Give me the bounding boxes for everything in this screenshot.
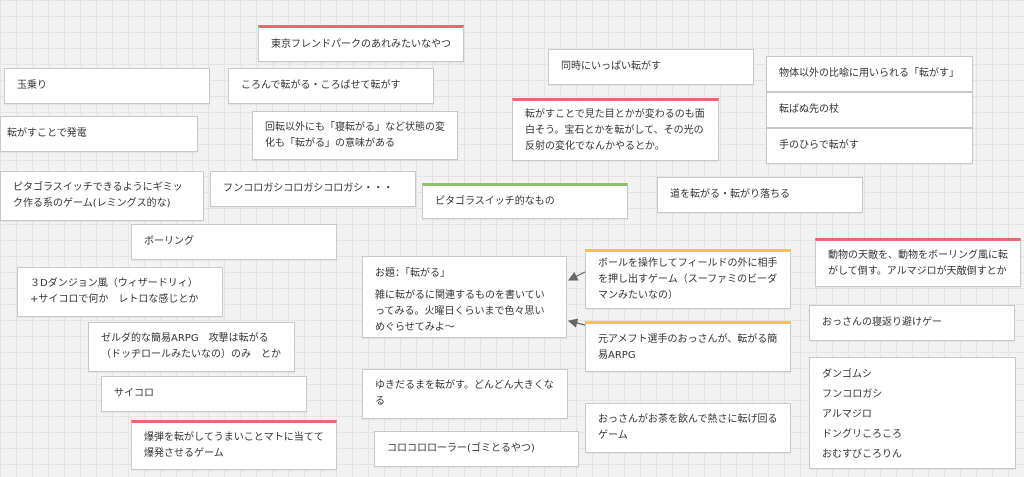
note-text: 転ばぬ先の杖: [779, 104, 839, 115]
note-text: 東京フレンドパークのあれみたいなやつ: [271, 38, 451, 50]
list-item: ダンゴムシ: [822, 369, 872, 380]
sticky-note[interactable]: ボールを操作してフィールドの外に相手を押し出すゲーム（スーファミのビーダマンみた…: [585, 249, 791, 309]
sticky-note[interactable]: ピタゴラスイッチ的なもの: [422, 183, 628, 219]
sticky-note[interactable]: 玉乗り: [4, 68, 210, 104]
note-text: 元アメフト選手のおっさんが、転がる簡易ARPG: [598, 333, 778, 361]
sticky-note[interactable]: ゼルダ的な簡易ARPG 攻撃は転がる（ドッヂロールみたいなの）のみ とか: [88, 322, 295, 372]
list-item: おむすびころりん: [822, 449, 902, 460]
note-text: おっさんがお茶を飲んで熱さに転げ回るゲーム: [598, 414, 778, 441]
note-text: フンコロガシコロガシコロガシ・・・: [223, 183, 394, 194]
note-text: 同時にいっぱい転がす: [561, 61, 661, 72]
sticky-note[interactable]: 道を転がる・転がり落ちる: [657, 177, 863, 213]
note-text: 爆弾を転がしてうまいことマトに当てて爆発させるゲーム: [144, 432, 324, 459]
note-text: コロコロローラー(ゴミとるやつ): [387, 443, 535, 454]
sticky-note[interactable]: フンコロガシコロガシコロガシ・・・: [210, 171, 416, 207]
sticky-note[interactable]: コロコロローラー(ゴミとるやつ): [374, 431, 579, 467]
note-text: おっさんの寝返り避けゲー: [822, 317, 942, 328]
note-text: ゆきだるまを転がす。どんどん大きくなる: [375, 380, 554, 407]
sticky-note[interactable]: 転がすことで発電: [0, 116, 198, 152]
list-item: ドングリころころ: [822, 429, 902, 440]
sticky-note[interactable]: 同時にいっぱい転がす: [548, 49, 754, 85]
sticky-note[interactable]: ピタゴラスイッチできるようにギミック作る系のゲーム(レミングス的な): [0, 171, 204, 221]
sticky-note[interactable]: 物体以外の比喩に用いられる「転がす」: [766, 56, 973, 92]
sticky-note[interactable]: ３Dダンジョン風（ウィザードリィ）+サイコロで何か レトロな感じとか: [17, 267, 223, 317]
connector-arrow: [567, 318, 586, 328]
note-text: ゼルダ的な簡易ARPG 攻撃は転がる（ドッヂロールみたいなの）のみ とか: [101, 333, 281, 360]
connector-arrow: [567, 271, 586, 281]
sticky-note[interactable]: 爆弾を転がしてうまいことマトに当てて爆発させるゲーム: [131, 420, 337, 470]
note-text: ボーリング: [144, 236, 194, 247]
sticky-note[interactable]: ボーリング: [131, 224, 337, 260]
sticky-note[interactable]: 手のひらで転がす: [766, 128, 973, 164]
topic-note[interactable]: お題：「転がる」 雑に転がるに関連するものを書いていってみる。火曜日くらいまで色…: [362, 256, 567, 338]
note-text: 物体以外の比喩に用いられる「転がす」: [779, 68, 959, 79]
sticky-note[interactable]: 元アメフト選手のおっさんが、転がる簡易ARPG: [585, 321, 791, 372]
topic-title: お題：「転がる」: [375, 268, 450, 279]
sticky-note[interactable]: サイコロ: [101, 376, 307, 412]
sticky-note[interactable]: ゆきだるまを転がす。どんどん大きくなる: [362, 369, 568, 419]
note-text: 道を転がる・転がり落ちる: [670, 189, 790, 200]
whiteboard-canvas[interactable]: 東京フレンドパークのあれみたいなやつ 玉乗り ころんで転がる・ころばせて転がす …: [0, 0, 1024, 477]
note-text: ピタゴラスイッチ的なもの: [435, 196, 555, 207]
note-text: ころんで転がる・ころばせて転がす: [241, 80, 401, 91]
note-text: ボールを操作してフィールドの外に相手を押し出すゲーム（スーファミのビーダマンみた…: [598, 258, 778, 301]
note-text: 動物の天敵を、動物をボーリング風に転がして倒す。アルマジロが天敵倒すとか: [828, 249, 1008, 277]
note-text: 玉乗り: [17, 80, 47, 91]
sticky-note[interactable]: おっさんがお茶を飲んで熱さに転げ回るゲーム: [585, 403, 791, 453]
note-text: 手のひらで転がす: [779, 140, 859, 151]
note-text: ピタゴラスイッチできるようにギミック作る系のゲーム(レミングス的な): [13, 182, 183, 209]
list-item: フンコロガシ: [822, 389, 883, 400]
note-text: ３Dダンジョン風（ウィザードリィ）+サイコロで何か レトロな感じとか: [30, 278, 199, 305]
sticky-note[interactable]: 動物の天敵を、動物をボーリング風に転がして倒す。アルマジロが天敵倒すとか: [815, 238, 1021, 287]
topic-body: 雑に転がるに関連するものを書いていってみる。火曜日くらいまで色々思いめぐらせてみ…: [375, 290, 545, 333]
sticky-note[interactable]: 回転以外にも「寝転がる」など状態の変化も「転がる」の意味がある: [252, 111, 458, 160]
sticky-note[interactable]: 東京フレンドパークのあれみたいなやつ: [258, 25, 464, 62]
list-item: アルマジロ: [822, 409, 872, 420]
note-text: 回転以外にも「寝転がる」など状態の変化も「転がる」の意味がある: [265, 121, 445, 149]
note-text: 転がすことで見た目とかが変わるのも面白そう。宝石とかを転がして、その光の反射の変…: [525, 108, 705, 152]
sticky-note[interactable]: ころんで転がる・ころばせて転がす: [228, 68, 434, 104]
note-text: 転がすことで発電: [7, 128, 87, 139]
list-note[interactable]: ダンゴムシ フンコロガシ アルマジロ ドングリころころ おむすびころりん: [809, 357, 1016, 469]
sticky-note[interactable]: おっさんの寝返り避けゲー: [809, 305, 1015, 341]
sticky-note[interactable]: 転ばぬ先の杖: [766, 92, 973, 128]
note-text: サイコロ: [114, 388, 154, 399]
sticky-note[interactable]: 転がすことで見た目とかが変わるのも面白そう。宝石とかを転がして、その光の反射の変…: [512, 98, 719, 161]
